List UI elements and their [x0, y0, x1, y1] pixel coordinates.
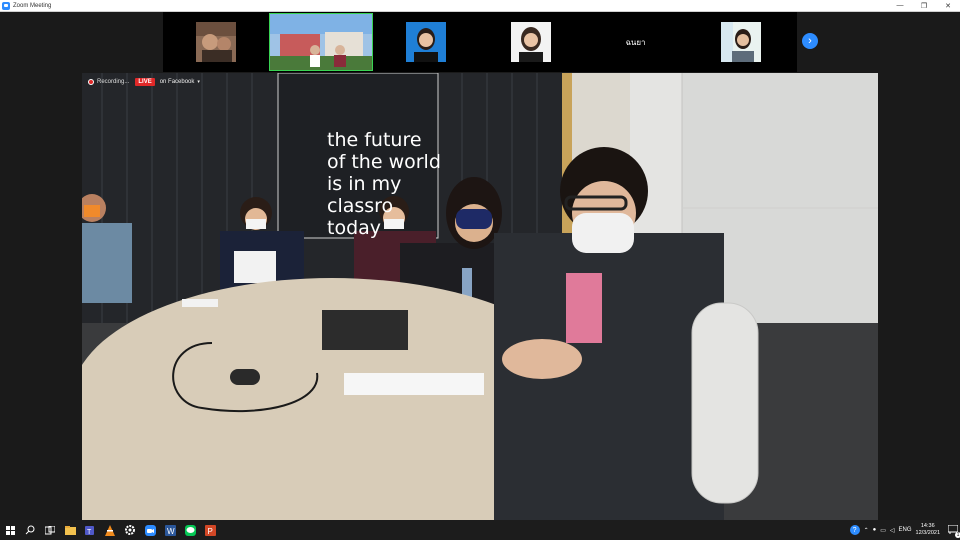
settings-icon[interactable] — [120, 520, 140, 540]
next-page-button[interactable]: › — [802, 33, 818, 49]
participant-tile[interactable]: ฉนยา — [583, 12, 688, 72]
record-dot-icon — [88, 79, 94, 85]
clock-date: 12/3/2021 — [915, 530, 940, 536]
participant-tile[interactable] — [373, 12, 478, 72]
teams-icon[interactable]: T — [80, 520, 100, 540]
participant-strip: ฉนยา — [163, 12, 797, 72]
line-icon[interactable] — [180, 520, 200, 540]
windows-taskbar: T W P ? ⌃ ● ▭ ◁ ENG 14:36 12/3/2021 1 — [0, 520, 960, 540]
live-badge: LIVE — [135, 78, 155, 86]
active-speaker-video — [268, 13, 373, 71]
vlc-icon[interactable] — [100, 520, 120, 540]
window-controls: — ❐ ✕ — [888, 0, 960, 11]
notification-count: 1 — [955, 532, 960, 538]
chevron-right-icon: › — [808, 35, 812, 47]
help-icon[interactable]: ? — [849, 525, 860, 535]
wall-slogan: the future of the world is in my classro… — [327, 129, 441, 239]
taskbar-clock[interactable]: 14:36 12/3/2021 — [916, 523, 940, 537]
participant-tile[interactable] — [163, 12, 268, 72]
meeting-room-scene — [82, 73, 878, 520]
search-icon[interactable] — [20, 520, 40, 540]
participant-video — [195, 22, 236, 62]
participant-video — [720, 22, 761, 62]
notification-icon[interactable]: 1 — [948, 524, 960, 538]
participant-tile-active[interactable] — [268, 12, 373, 72]
recording-indicator[interactable]: Recording... LIVE on Facebook ▾ — [88, 78, 200, 86]
participant-video — [510, 22, 551, 62]
svg-text:W: W — [167, 527, 175, 536]
zoom-app-icon — [2, 1, 10, 10]
participant-video — [405, 22, 446, 62]
chevron-up-icon[interactable]: ⌃ — [864, 527, 869, 534]
network-icon[interactable]: ▭ — [880, 527, 886, 534]
minimize-button[interactable]: — — [888, 0, 912, 11]
participant-tile[interactable] — [688, 12, 793, 72]
main-video: the future of the world is in my classro… — [82, 73, 878, 520]
volume-icon[interactable]: ◁ — [890, 527, 895, 534]
participant-tile[interactable] — [478, 12, 583, 72]
svg-text:T: T — [87, 529, 92, 536]
chevron-down-icon[interactable]: ▾ — [197, 79, 200, 85]
word-icon[interactable]: W — [160, 520, 180, 540]
live-destination: on Facebook — [159, 79, 195, 85]
window-title: Zoom Meeting — [13, 2, 52, 9]
language-indicator[interactable]: ENG — [899, 527, 912, 533]
window-titlebar: Zoom Meeting — ❐ ✕ — [0, 0, 960, 12]
restore-button[interactable]: ❐ — [912, 0, 936, 11]
svg-text:P: P — [207, 527, 212, 536]
system-tray: ? ⌃ ● ▭ ◁ ENG 14:36 12/3/2021 1 — [849, 520, 960, 540]
recording-label: Recording... — [97, 79, 130, 85]
clock-time: 14:36 — [920, 523, 935, 529]
microphone-icon[interactable]: ● — [873, 527, 877, 533]
file-explorer-icon[interactable] — [60, 520, 80, 540]
close-button[interactable]: ✕ — [936, 0, 960, 11]
participant-name: ฉนยา — [625, 37, 646, 47]
zoom-icon[interactable] — [140, 520, 160, 540]
task-view-icon[interactable] — [40, 520, 60, 540]
windows-start-icon[interactable] — [0, 520, 20, 540]
powerpoint-icon[interactable]: P — [200, 520, 220, 540]
